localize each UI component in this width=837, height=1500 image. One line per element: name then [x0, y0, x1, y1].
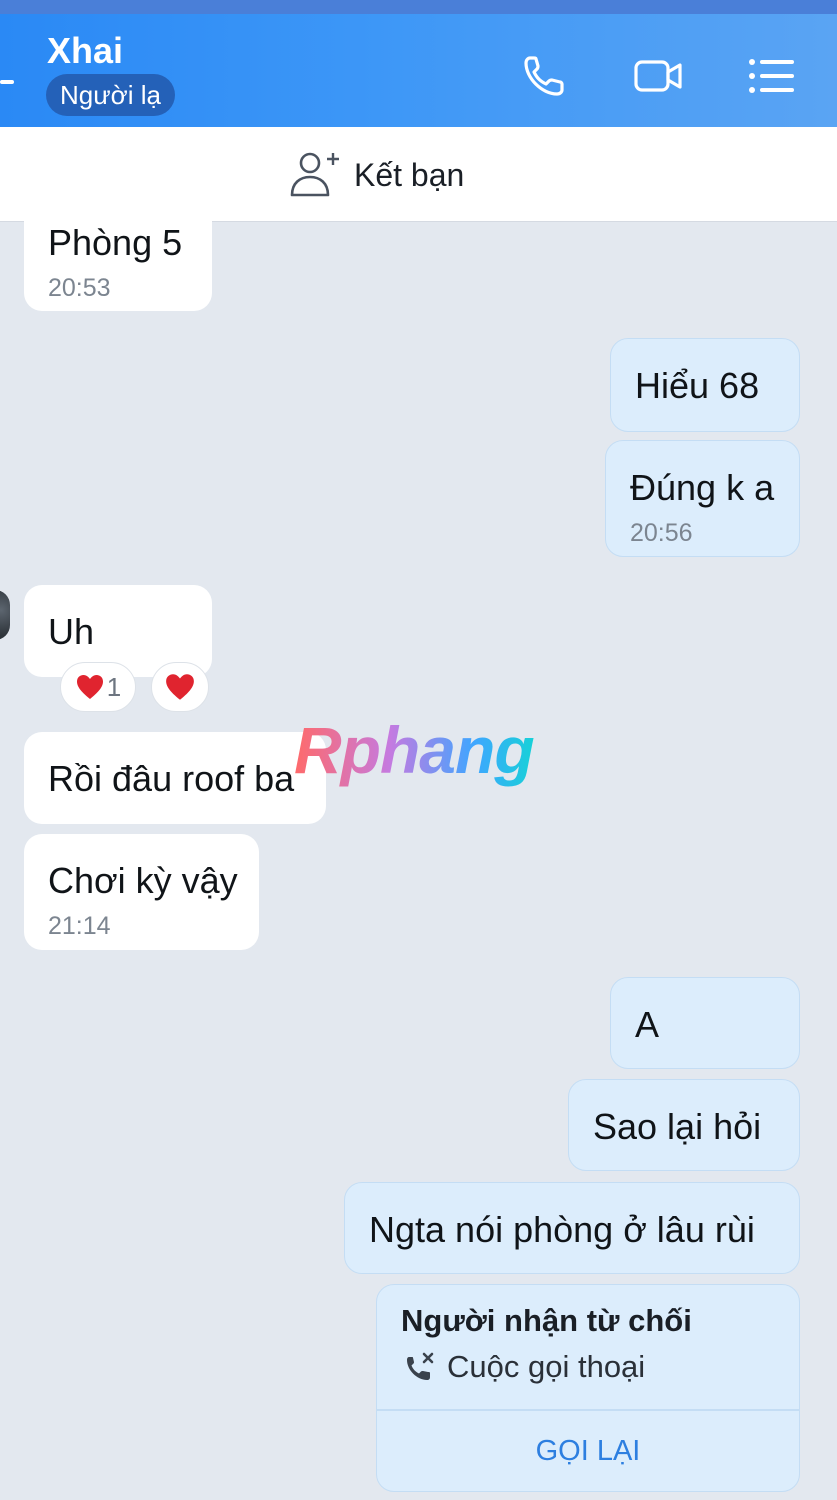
heart-icon — [76, 675, 103, 699]
message-text: Chơi kỳ vậy — [48, 860, 238, 901]
avatar[interactable] — [0, 590, 10, 640]
react-heart-button[interactable] — [151, 662, 209, 712]
message-time: 20:56 — [630, 519, 693, 547]
reaction-count: 1 — [106, 671, 122, 702]
heart-icon — [166, 674, 194, 700]
reaction-count-badge[interactable]: 1 — [60, 662, 136, 712]
message-text: Ngta nói phòng ở lâu rùi — [369, 1209, 755, 1250]
call-status-title: Người nhận từ chối — [401, 1303, 692, 1338]
video-camera-icon[interactable] — [632, 52, 684, 100]
message-text: Uh — [48, 611, 95, 652]
message-text: Rồi đâu roof ba — [48, 758, 295, 799]
missed-call-icon — [407, 1352, 434, 1380]
call-type-label: Cuộc gọi thoại — [447, 1349, 646, 1384]
phone-icon[interactable] — [520, 52, 572, 100]
message-text: Đúng k a — [630, 467, 775, 508]
back-icon[interactable] — [0, 80, 14, 84]
chat-header: Xhai Người lạ — [0, 14, 837, 127]
message-text: A — [635, 1004, 660, 1045]
watermark-logo: Rphang — [294, 713, 535, 787]
message-time: 21:14 — [48, 912, 111, 940]
stranger-badge: Người lạ — [46, 74, 175, 116]
message-bubble[interactable]: Rồi đâu roof ba — [24, 732, 326, 824]
add-person-icon — [290, 152, 339, 197]
menu-list-icon[interactable] — [746, 52, 798, 100]
message-time: 20:53 — [48, 274, 111, 302]
message-text: Hiểu 68 — [635, 365, 760, 406]
message-bubble[interactable]: Đúng k a 20:56 — [605, 440, 800, 557]
status-bar — [0, 0, 837, 14]
call-back-button[interactable]: GỌI LẠI — [377, 1411, 799, 1491]
message-bubble[interactable]: Ngta nói phòng ở lâu rùi — [344, 1182, 800, 1274]
message-text: Sao lại hỏi — [593, 1106, 762, 1147]
message-bubble[interactable]: A — [610, 977, 800, 1069]
message-bubble[interactable]: Hiểu 68 — [610, 338, 800, 432]
message-bubble[interactable]: Phòng 5 20:53 — [24, 200, 212, 311]
message-bubble[interactable]: Sao lại hỏi — [568, 1079, 800, 1171]
contact-name[interactable]: Xhai — [47, 30, 123, 72]
declined-call-card: Người nhận từ chối Cuộc gọi thoại GỌI LẠ… — [376, 1284, 800, 1492]
message-bubble[interactable]: Chơi kỳ vậy 21:14 — [24, 834, 259, 950]
message-text: Phòng 5 — [48, 222, 183, 263]
add-friend-label[interactable]: Kết bạn — [354, 157, 464, 194]
